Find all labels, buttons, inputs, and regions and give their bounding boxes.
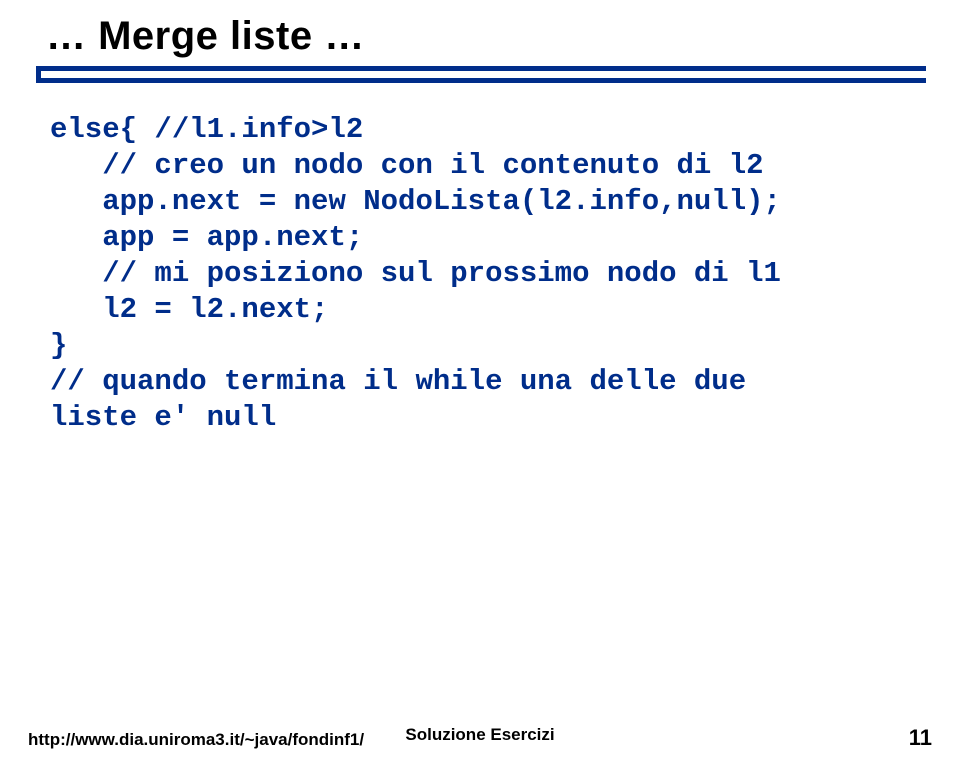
- footer: http://www.dia.uniroma3.it/~java/fondinf…: [28, 725, 932, 751]
- title-wrap: … Merge liste …: [46, 14, 920, 59]
- title-rule-top: [36, 66, 926, 78]
- content-area: else{ //l1.info>l2 // creo un nodo con i…: [50, 112, 920, 436]
- footer-page: 11: [909, 725, 932, 751]
- title-rule-bottom: [36, 78, 926, 83]
- slide-title: … Merge liste …: [46, 14, 920, 59]
- footer-center: Soluzione Esercizi: [405, 725, 554, 745]
- footer-url: http://www.dia.uniroma3.it/~java/fondinf…: [28, 730, 364, 750]
- code-block: else{ //l1.info>l2 // creo un nodo con i…: [50, 112, 920, 436]
- slide: … Merge liste … else{ //l1.info>l2 // cr…: [0, 0, 960, 769]
